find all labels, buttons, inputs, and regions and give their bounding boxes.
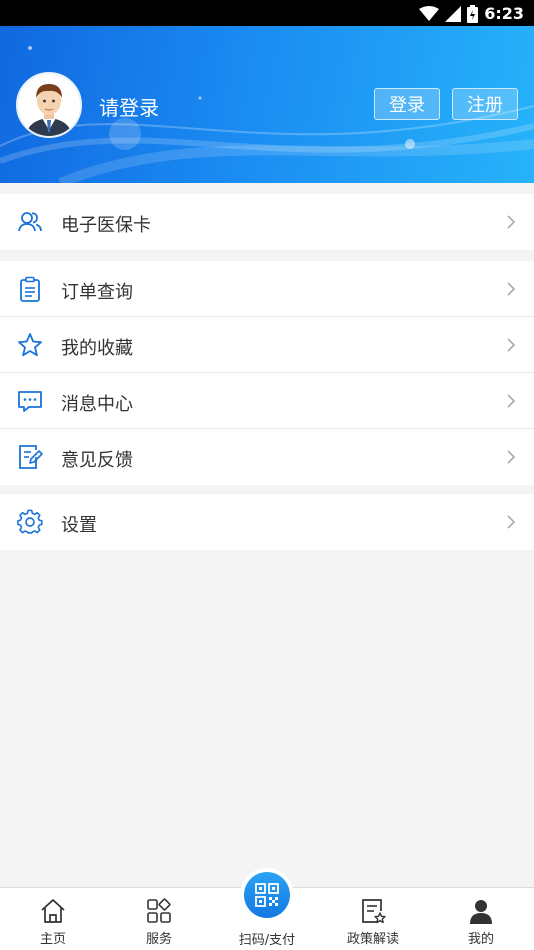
menu-item-feedback[interactable]: 意见反馈 (0, 429, 534, 485)
wifi-icon (419, 5, 440, 22)
tab-label: 政策解读 (346, 932, 399, 947)
tab-mine[interactable]: 我的 (428, 888, 534, 950)
login-button[interactable]: 登录 (374, 88, 440, 120)
menu-label: 我的收藏 (61, 338, 133, 359)
tab-policy[interactable]: 政策解读 (320, 888, 426, 950)
avatar[interactable] (16, 72, 82, 138)
tab-label: 我的 (467, 932, 494, 947)
menu-label: 电子医保卡 (61, 215, 151, 236)
menu-item-orders[interactable]: 订单查询 (0, 261, 534, 317)
status-time: 6:23 (484, 4, 524, 23)
feedback-icon (19, 445, 43, 469)
tab-label: 扫码/支付 (238, 933, 296, 948)
menu-item-favorites[interactable]: 我的收藏 (0, 317, 534, 373)
menu-label: 设置 (61, 515, 97, 536)
menu-label: 消息中心 (61, 394, 133, 415)
chevron-right-icon (507, 394, 516, 408)
menu-group-card: 电子医保卡 (0, 194, 534, 250)
chevron-right-icon (507, 215, 516, 229)
grid-icon (147, 898, 171, 923)
chevron-right-icon (507, 450, 516, 464)
menu-group-main: 订单查询 我的收藏 消息中心 意见反馈 (0, 261, 534, 485)
menu-group-settings: 设置 (0, 494, 534, 550)
tab-home[interactable]: 主页 (0, 888, 106, 950)
chevron-right-icon (507, 282, 516, 296)
tab-label: 服务 (145, 932, 172, 947)
bottom-tab-bar: 主页 服务 扫码/支付 政策解读 我的 (0, 868, 534, 950)
tab-services[interactable]: 服务 (106, 888, 212, 950)
menu-item-messages[interactable]: 消息中心 (0, 373, 534, 429)
profile-header: 请登录 登录 注册 (0, 26, 534, 183)
document-star-icon (362, 899, 386, 924)
qr-code-icon (255, 883, 279, 907)
menu-item-settings[interactable]: 设置 (0, 494, 534, 550)
battery-icon (467, 4, 479, 23)
chevron-right-icon (507, 338, 516, 352)
status-bar: 6:23 (0, 0, 534, 26)
people-icon (18, 212, 42, 232)
scan-button[interactable] (240, 868, 294, 922)
avatar-man-icon (26, 84, 72, 136)
chevron-right-icon (507, 515, 516, 529)
clipboard-icon (20, 276, 40, 302)
menu-label: 意见反馈 (61, 450, 133, 471)
tab-label: 主页 (39, 932, 66, 947)
message-icon (18, 391, 42, 412)
register-button[interactable]: 注册 (452, 88, 518, 120)
person-icon (470, 900, 492, 924)
signal-icon (445, 5, 462, 22)
menu-item-medical-card[interactable]: 电子医保卡 (0, 194, 534, 250)
tab-scan-pay[interactable]: 扫码/支付 (214, 868, 320, 950)
home-icon (41, 899, 65, 923)
menu-label: 订单查询 (61, 282, 133, 303)
gear-icon (17, 509, 43, 534)
login-prompt[interactable]: 请登录 (99, 92, 159, 121)
star-icon (18, 333, 42, 357)
